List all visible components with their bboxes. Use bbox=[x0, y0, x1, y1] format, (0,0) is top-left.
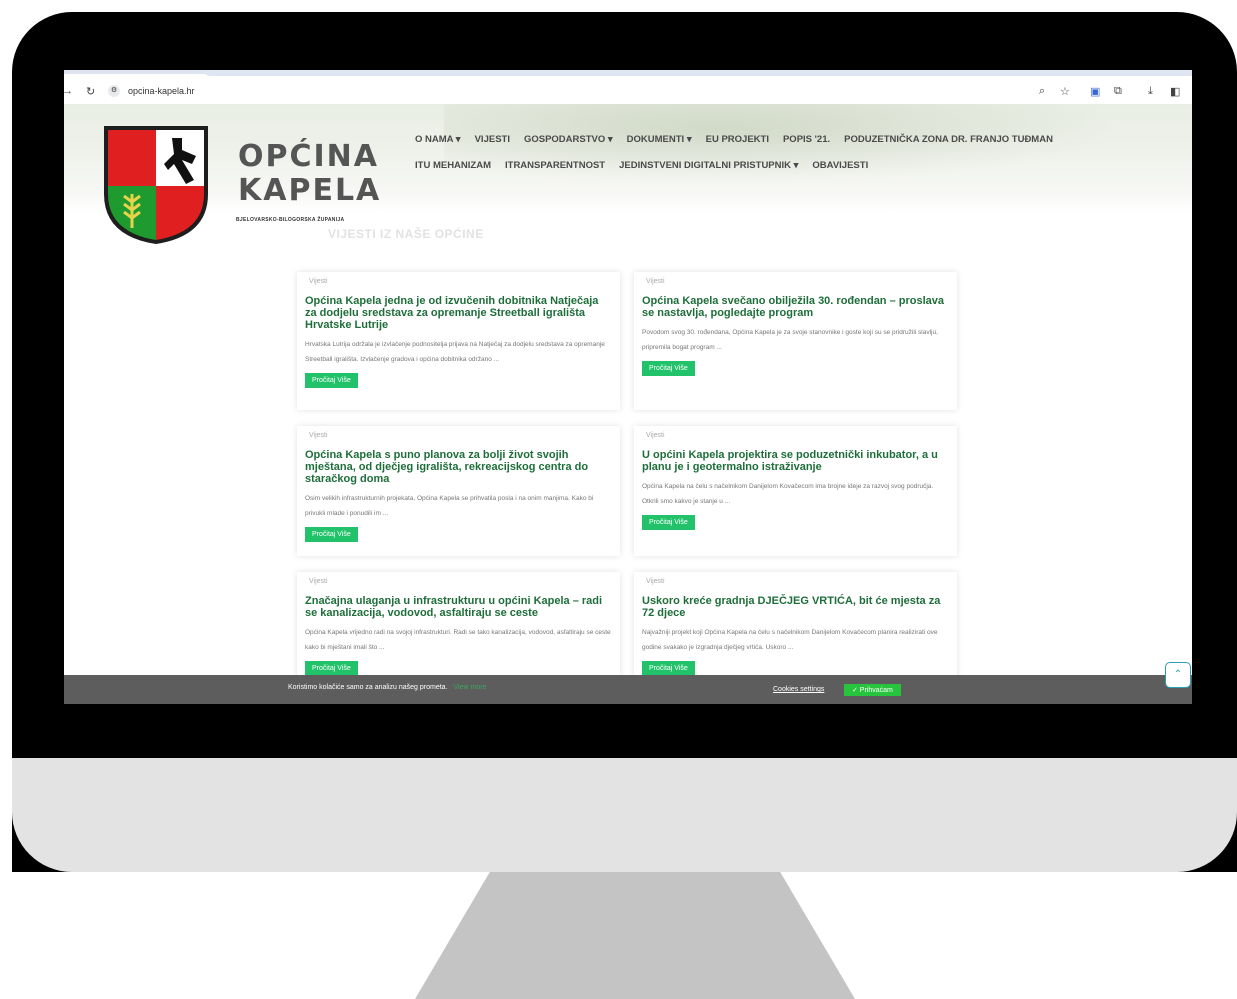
logo-line-2: KAPELA bbox=[238, 173, 382, 208]
menu-item-obavijesti[interactable]: OBAVIJESTI bbox=[812, 160, 868, 171]
card-excerpt: Općina Kapela na čelu s načelnikom Danij… bbox=[642, 483, 934, 505]
card-category[interactable]: Vijesti bbox=[646, 278, 949, 285]
zoom-icon[interactable]: ⌕ bbox=[1039, 85, 1045, 98]
menu-item-o-nama[interactable]: O NAMA ▾ bbox=[415, 134, 461, 145]
bookmark-star-icon[interactable]: ☆ bbox=[1060, 85, 1070, 98]
card-category[interactable]: Vijesti bbox=[646, 578, 949, 585]
read-more-button[interactable]: Pročitaj Više bbox=[642, 661, 695, 676]
cookie-accept-button[interactable]: ✓ Prihvaćam bbox=[844, 684, 901, 696]
card-category[interactable]: Vijesti bbox=[309, 278, 612, 285]
translate-icon[interactable]: ▣ bbox=[1090, 85, 1100, 98]
cookie-view-more-link[interactable]: View more bbox=[453, 684, 486, 691]
logo-title: OPĆINA KAPELA bbox=[238, 140, 381, 208]
chevron-up-icon: ⌃ bbox=[1173, 669, 1183, 680]
news-card: Vijesti U općini Kapela projektira se po… bbox=[634, 426, 957, 556]
scroll-to-top-button[interactable]: ⌃ bbox=[1165, 662, 1191, 688]
monitor-chin bbox=[12, 758, 1237, 872]
menu-item-dokumenti[interactable]: DOKUMENTI ▾ bbox=[627, 134, 692, 145]
read-more-button[interactable]: Pročitaj Više bbox=[305, 527, 358, 542]
cookie-banner: Koristimo kolačiće samo za analizu našeg… bbox=[64, 675, 1192, 704]
card-title[interactable]: Općina Kapela svečano obilježila 30. rođ… bbox=[642, 295, 949, 319]
cookie-message: Koristimo kolačiće samo za analizu našeg… bbox=[288, 684, 486, 691]
read-more-button[interactable]: Pročitaj Više bbox=[305, 661, 358, 676]
site-info-icon[interactable]: ⚙ bbox=[108, 85, 120, 97]
read-more-button[interactable]: Pročitaj Više bbox=[642, 515, 695, 530]
card-category[interactable]: Vijesti bbox=[309, 432, 612, 439]
screen: → ↻ ⚙ opcina-kapela.hr ⌕ ☆ ▣ ⧉ ⤓ ◧ OPĆIN… bbox=[64, 70, 1192, 704]
tab-strip bbox=[204, 70, 1192, 76]
menu-item-digitalni-pristupnik[interactable]: JEDINSTVENI DIGITALNI PRISTUPNIK ▾ bbox=[619, 160, 798, 171]
card-category[interactable]: Vijesti bbox=[646, 432, 949, 439]
card-title[interactable]: U općini Kapela projektira se poduzetnič… bbox=[642, 449, 949, 473]
monitor-stand bbox=[415, 872, 855, 999]
news-card: Vijesti Općina Kapela s puno planova za … bbox=[297, 426, 620, 556]
address-bar[interactable]: ⚙ opcina-kapela.hr bbox=[104, 82, 284, 100]
menu-row-1: O NAMA ▾ VIJESTI GOSPODARSTVO ▾ DOKUMENT… bbox=[415, 126, 1115, 152]
news-card: Vijesti Općina Kapela jedna je od izvuče… bbox=[297, 272, 620, 410]
card-category[interactable]: Vijesti bbox=[309, 578, 612, 585]
website: OPĆINA KAPELA BJELOVARSKO-BILOGORSKA ŽUP… bbox=[64, 104, 1192, 704]
card-title[interactable]: Općina Kapela jedna je od izvučenih dobi… bbox=[305, 295, 612, 331]
coat-of-arms-logo[interactable] bbox=[102, 124, 210, 246]
card-excerpt: Najvažniji projekt koji Općina Kapela na… bbox=[642, 629, 938, 651]
menu-item-itu[interactable]: ITU MEHANIZAM bbox=[415, 160, 491, 171]
arrow-back-icon[interactable]: → bbox=[64, 85, 73, 97]
menu-item-popis[interactable]: POPIS '21. bbox=[783, 134, 830, 145]
browser-toolbar: → ↻ ⚙ opcina-kapela.hr ⌕ ☆ ▣ ⧉ ⤓ ◧ bbox=[64, 70, 1192, 104]
news-card: Vijesti Uskoro kreće gradnja DJEČJEG VRT… bbox=[634, 572, 957, 692]
extensions-icon[interactable]: ⧉ bbox=[1114, 85, 1122, 98]
read-more-button[interactable]: Pročitaj Više bbox=[305, 373, 358, 388]
card-title[interactable]: Općina Kapela s puno planova za bolji ži… bbox=[305, 449, 612, 485]
url-text: opcina-kapela.hr bbox=[128, 86, 195, 96]
section-title: VIJESTI IZ NAŠE OPĆINE bbox=[328, 227, 484, 241]
menu-item-eu-projekti[interactable]: EU PROJEKTI bbox=[706, 134, 769, 145]
card-excerpt: Osim velikih infrastrukturnih projekata,… bbox=[305, 495, 594, 517]
logo-line-1: OPĆINA bbox=[238, 139, 379, 174]
download-icon[interactable]: ⤓ bbox=[1148, 85, 1153, 98]
menu-item-itransparentnost[interactable]: ITRANSPARENTNOST bbox=[505, 160, 605, 171]
card-title[interactable]: Značajna ulaganja u infrastrukturu u opć… bbox=[305, 595, 612, 619]
menu-row-2: ITU MEHANIZAM ITRANSPARENTNOST JEDINSTVE… bbox=[415, 152, 1115, 178]
read-more-button[interactable]: Pročitaj Više bbox=[642, 361, 695, 376]
cookie-text: Koristimo kolačiće samo za analizu našeg… bbox=[288, 684, 448, 691]
menu-item-poduzetnicka-zona[interactable]: PODUZETNIČKA ZONA DR. FRANJO TUĐMAN bbox=[844, 134, 1053, 145]
menu-item-vijesti[interactable]: VIJESTI bbox=[475, 134, 510, 145]
card-excerpt: Hrvatska Lutrija održala je izvlačenje p… bbox=[305, 341, 605, 363]
card-excerpt: Povodom svog 30. rođendana, Općina Kapel… bbox=[642, 329, 938, 351]
reload-icon[interactable]: ↻ bbox=[86, 85, 95, 98]
main-menu: O NAMA ▾ VIJESTI GOSPODARSTVO ▾ DOKUMENT… bbox=[415, 126, 1115, 178]
card-title[interactable]: Uskoro kreće gradnja DJEČJEG VRTIĆA, bit… bbox=[642, 595, 949, 619]
news-card: Vijesti Općina Kapela svečano obilježila… bbox=[634, 272, 957, 410]
side-panel-icon[interactable]: ◧ bbox=[1170, 85, 1180, 98]
card-excerpt: Općina Kapela vrijedno radi na svojoj in… bbox=[305, 629, 611, 651]
menu-item-gospodarstvo[interactable]: GOSPODARSTVO ▾ bbox=[524, 134, 613, 145]
cookie-settings-link[interactable]: Cookies settings bbox=[773, 686, 824, 693]
logo-subtitle: BJELOVARSKO-BILOGORSKA ŽUPANIJA bbox=[236, 217, 345, 223]
news-card: Vijesti Značajna ulaganja u infrastruktu… bbox=[297, 572, 620, 692]
